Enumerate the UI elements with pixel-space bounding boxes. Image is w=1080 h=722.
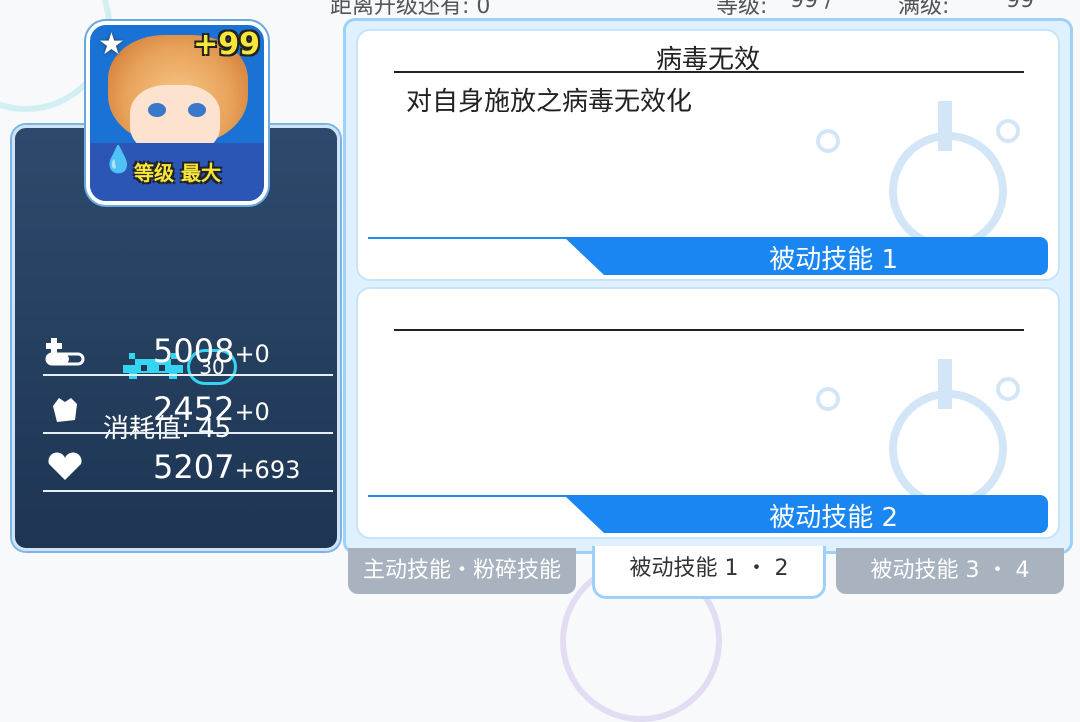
stat-row-hp: 5008+0: [43, 326, 333, 376]
passive-skill-card-2: 被动技能 2: [356, 287, 1060, 539]
attack-base: 2452: [153, 390, 235, 428]
skill-bar: 被动技能 2: [368, 495, 1048, 533]
level-label: 等级:: [716, 0, 768, 19]
hp-value: 5008+0: [153, 332, 270, 370]
star-icon: ★: [98, 27, 125, 62]
skill-panel: 病毒无效 对自身施放之病毒无效化 被动技能 1 被动技能 2: [343, 18, 1073, 554]
exp-to-next-label: 距离升级还有: 0: [330, 0, 491, 19]
hp-base: 5008: [153, 332, 235, 370]
max-level-label: 满级:: [898, 0, 950, 19]
heart-bonus: +693: [234, 456, 301, 484]
skill-description: 对自身施放之病毒无效化: [406, 87, 693, 117]
plus-value-badge: +99: [193, 27, 260, 62]
hp-plus-icon: [45, 338, 85, 366]
skill-bar-line: [368, 237, 568, 239]
level-value: 99 /: [790, 0, 833, 13]
tab-passive-skills-1-2[interactable]: 被动技能 1 ・ 2: [592, 546, 826, 599]
water-drop-icon: 💧: [102, 145, 135, 175]
tab-active-skills[interactable]: 主动技能・粉碎技能: [348, 548, 576, 594]
skill-slot-label: 被动技能 1: [769, 245, 898, 275]
heart-icon: [48, 452, 82, 480]
portrait-eye: [188, 103, 206, 117]
skill-bar-line: [368, 495, 568, 497]
portrait-eye: [148, 103, 166, 117]
stat-row-attack: 2452+0: [43, 384, 333, 434]
attack-fist-icon: [53, 398, 77, 422]
level-max-tag: 等级 最大: [134, 161, 221, 185]
heart-value: 5207+693: [153, 448, 300, 486]
stat-row-heart: 5207+693: [43, 442, 333, 492]
character-portrait[interactable]: ★ +99 💧 等级 最大: [86, 21, 268, 205]
skill-slot-label: 被动技能 2: [769, 503, 898, 533]
heart-base: 5207: [153, 448, 235, 486]
level-status-bar: 距离升级还有: 0 等级: 99 / 满级: 99: [330, 0, 1080, 19]
attack-value: 2452+0: [153, 390, 270, 428]
tab-passive-skills-3-4[interactable]: 被动技能 3 ・ 4: [836, 548, 1064, 594]
hp-bonus: +0: [234, 340, 270, 368]
skill-bar: 被动技能 1: [368, 237, 1048, 275]
skill-divider: [394, 71, 1024, 73]
max-level-value: 99: [1006, 0, 1034, 13]
attack-bonus: +0: [234, 398, 270, 426]
skill-divider: [394, 329, 1024, 331]
passive-skill-card-1: 病毒无效 对自身施放之病毒无效化 被动技能 1: [356, 29, 1060, 281]
